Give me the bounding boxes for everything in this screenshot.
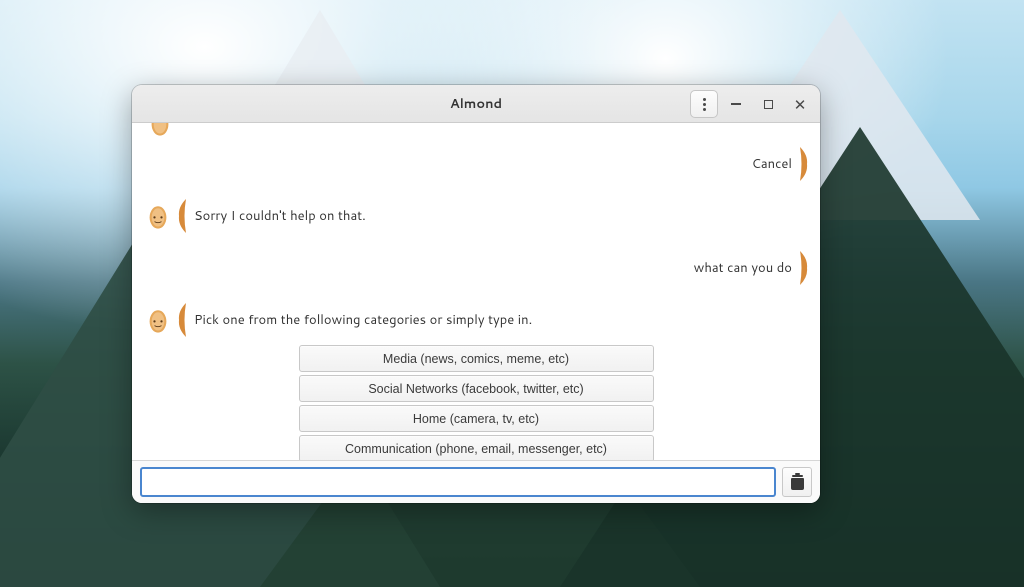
- bubble-tail-icon: [178, 303, 188, 337]
- bubble-tail-icon: [798, 147, 808, 181]
- close-button[interactable]: ✕: [786, 90, 814, 118]
- category-home-button[interactable]: Home (camera, tv, etc): [299, 405, 654, 432]
- message-input[interactable]: [140, 467, 776, 497]
- category-media-button[interactable]: Media (news, comics, meme, etc): [299, 345, 654, 372]
- message-row-user: what can you do: [144, 251, 808, 285]
- message-row-bot: Sorry I couldn't help on that.: [144, 199, 808, 233]
- trash-icon: [791, 475, 804, 490]
- message-text: Sorry I couldn't help on that.: [188, 207, 372, 225]
- category-social-button[interactable]: Social Networks (facebook, twitter, etc): [299, 375, 654, 402]
- category-list: Media (news, comics, meme, etc) Social N…: [144, 345, 808, 460]
- titlebar: Almond ✕: [132, 85, 820, 123]
- minimize-icon: [731, 103, 741, 105]
- category-comm-button[interactable]: Communication (phone, email, messenger, …: [299, 435, 654, 460]
- app-window: Almond ✕ Canc: [132, 85, 820, 503]
- desktop: Almond ✕ Canc: [0, 0, 1024, 587]
- more-icon: [703, 98, 706, 111]
- message-row-bot: Pick one from the following categories o…: [144, 303, 808, 337]
- clear-button[interactable]: [782, 467, 812, 497]
- maximize-button[interactable]: [754, 90, 782, 118]
- maximize-icon: [764, 100, 773, 109]
- minimize-button[interactable]: [722, 90, 750, 118]
- message-row-user: Cancel: [144, 147, 808, 181]
- chat-area: Cancel: [132, 123, 820, 460]
- almond-avatar: [144, 306, 172, 334]
- menu-button[interactable]: [690, 90, 718, 118]
- almond-avatar: [144, 202, 172, 230]
- bubble-tail-icon: [178, 199, 188, 233]
- input-bar: [132, 460, 820, 503]
- bubble-tail-icon: [798, 251, 808, 285]
- message-text: Pick one from the following categories o…: [188, 311, 538, 329]
- close-icon: ✕: [794, 97, 807, 112]
- message-text: Cancel: [746, 155, 798, 173]
- almond-avatar-cropped: [146, 123, 174, 143]
- message-text: what can you do: [688, 259, 798, 277]
- window-controls: ✕: [690, 90, 814, 118]
